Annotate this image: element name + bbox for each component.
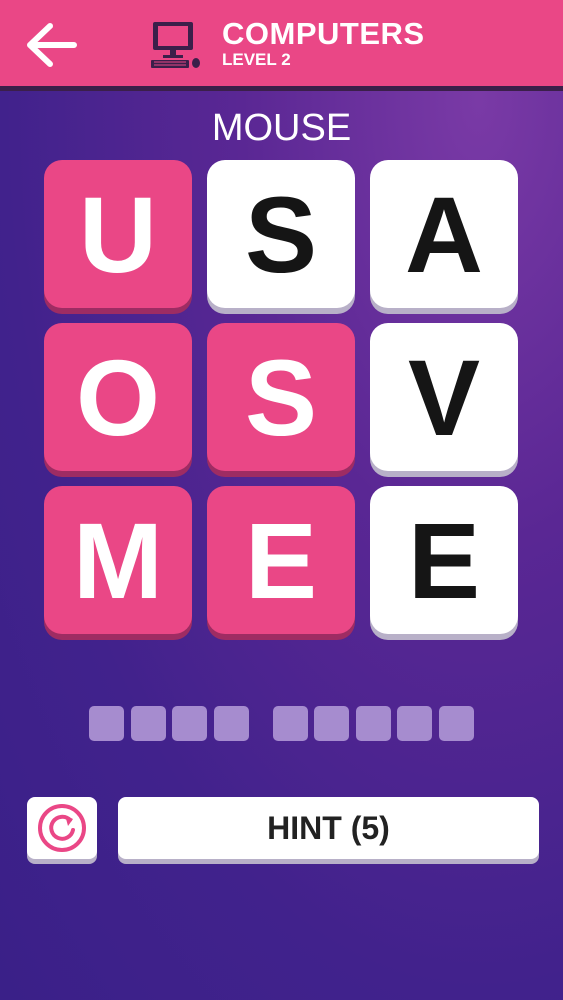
top-bar: COMPUTERS LEVEL 2: [0, 0, 563, 91]
back-button[interactable]: [22, 20, 80, 70]
restart-button[interactable]: [27, 797, 97, 859]
answer-slot: [439, 706, 474, 741]
letter-tile[interactable]: U: [44, 160, 192, 308]
restart-icon: [38, 804, 86, 852]
level-label: LEVEL 2: [222, 50, 291, 69]
answer-slot: [273, 706, 308, 741]
letter-tile[interactable]: V: [370, 323, 518, 471]
answer-slot: [397, 706, 432, 741]
letter-tile[interactable]: O: [44, 323, 192, 471]
answer-slot: [172, 706, 207, 741]
answer-slot: [314, 706, 349, 741]
target-word: MOUSE: [211, 107, 352, 149]
letter-tile[interactable]: E: [370, 486, 518, 634]
letter-tile[interactable]: M: [44, 486, 192, 634]
hint-button[interactable]: HINT (5): [118, 797, 539, 859]
letter-tile[interactable]: S: [207, 160, 355, 308]
answer-slot: [356, 706, 391, 741]
computer-icon: [151, 22, 200, 68]
answer-slot: [89, 706, 124, 741]
arrow-left-icon: [27, 23, 77, 67]
letter-tile[interactable]: S: [207, 323, 355, 471]
answer-slot: [214, 706, 249, 741]
answer-slot: [131, 706, 166, 741]
letter-tile[interactable]: A: [370, 160, 518, 308]
category-title: COMPUTERS: [222, 16, 425, 51]
letter-tile[interactable]: E: [207, 486, 355, 634]
